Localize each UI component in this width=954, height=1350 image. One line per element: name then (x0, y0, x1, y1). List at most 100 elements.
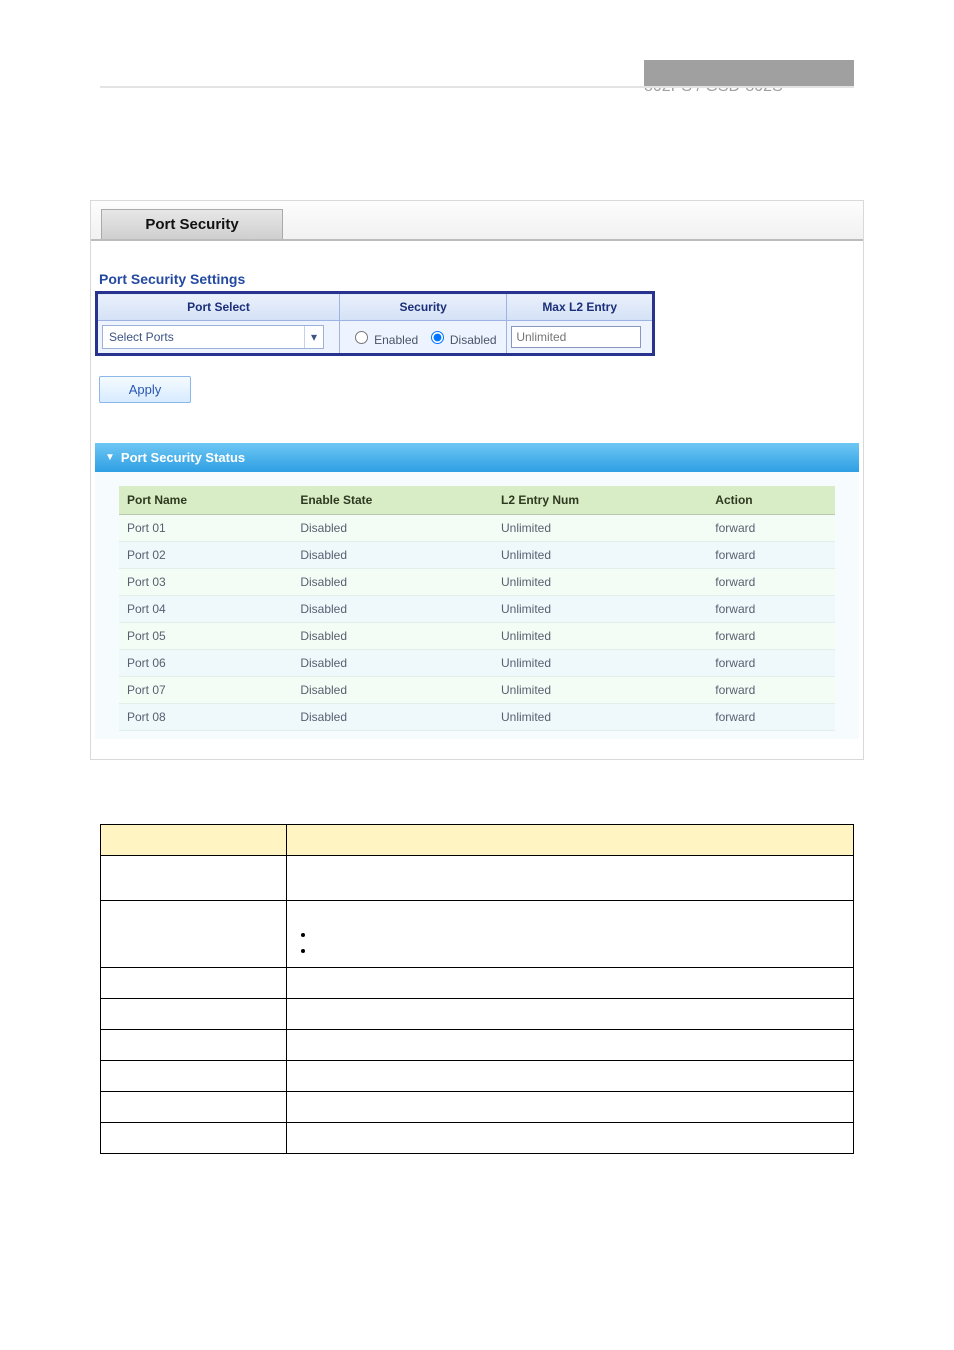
table-row: ActionDisplay current action state of ea… (101, 1092, 854, 1123)
desc-object: Apply button (101, 1123, 287, 1154)
desc-object: Max L2 Entry (101, 968, 287, 999)
table-cell: forward (707, 515, 835, 542)
table-row: Port 05DisabledUnlimitedforward (119, 623, 835, 650)
table-row: L2 Entry NumDisplay current maximum L2 e… (101, 1061, 854, 1092)
status-table-body: Port 01DisabledUnlimitedforwardPort 02Di… (119, 515, 835, 731)
figure-caption: Figure 4-52 Port Security Setting Web Pa… (0, 772, 954, 786)
table-row: Max L2 EntryInput the maximum L2 entry v… (101, 968, 854, 999)
table-cell: forward (707, 704, 835, 731)
desc-col-object: Object (101, 825, 287, 856)
table-row: Port 04DisabledUnlimitedforward (119, 596, 835, 623)
table-cell: Port 01 (119, 515, 292, 542)
desc-bullet: Enable – enable port security (315, 927, 843, 941)
table-cell: Port 05 (119, 623, 292, 650)
desc-description: Display current action state of each por… (287, 1092, 854, 1123)
port-select-dropdown[interactable]: Select Ports ▾ (102, 325, 324, 349)
table-cell: Unlimited (493, 623, 707, 650)
col-security: Security (340, 293, 507, 321)
page-header: User's Manual of GSD-802PS / GSD-802S (0, 0, 954, 90)
max-l2-input[interactable] (511, 326, 641, 348)
intro-text: This page allows you to configure the Po… (100, 130, 854, 190)
desc-object: L2 Entry Num (101, 1061, 287, 1092)
table-row: SecurityPress "Enabled" or "Disabled" to… (101, 901, 854, 968)
chevron-down-icon: ▾ (304, 326, 323, 348)
desc-object: Action (101, 1092, 287, 1123)
radio-disabled[interactable] (431, 331, 444, 344)
table-cell: Disabled (292, 623, 493, 650)
page-number: 91 (0, 1324, 954, 1340)
table-cell: Disabled (292, 650, 493, 677)
table-row: Port NameDisplay the Port name. (101, 999, 854, 1030)
caret-down-icon: ▼ (105, 452, 115, 463)
desc-object: Security (101, 901, 287, 968)
dropdown-text: Select Ports (103, 330, 304, 344)
table-cell: Port 02 (119, 542, 292, 569)
table-cell: Unlimited (493, 650, 707, 677)
desc-description: Display the Port name. (287, 999, 854, 1030)
settings-table: Port Select Security Max L2 Entry Select… (95, 291, 655, 356)
table-cell: Disabled (292, 542, 493, 569)
radio-disabled-label[interactable]: Disabled (426, 333, 497, 347)
table-cell: Unlimited (493, 704, 707, 731)
desc-object: Port Select (101, 856, 287, 901)
table-row: Port 02DisabledUnlimitedforward (119, 542, 835, 569)
desc-description: Press "Enabled" or "Disabled" to enable … (287, 901, 854, 968)
table-cell: Unlimited (493, 542, 707, 569)
settings-title: Port Security Settings (99, 271, 859, 287)
table-row: Apply buttonPress this button to take ef… (101, 1123, 854, 1154)
table-row: Port 08DisabledUnlimitedforward (119, 704, 835, 731)
status-col-action: Action (707, 486, 835, 515)
status-col-enable-state: Enable State (292, 486, 493, 515)
status-col-port-name: Port Name (119, 486, 292, 515)
table-cell: Disabled (292, 596, 493, 623)
col-max-l2: Max L2 Entry (507, 293, 654, 321)
status-panel-title: Port Security Status (121, 450, 245, 465)
desc-description: Input the maximum L2 entry value; the av… (287, 968, 854, 999)
table-cell: forward (707, 596, 835, 623)
table-cell: Port 07 (119, 677, 292, 704)
desc-col-description: Description (287, 825, 854, 856)
status-table: Port Name Enable State L2 Entry Num Acti… (119, 486, 835, 731)
desc-object: Enable State (101, 1030, 287, 1061)
table-cell: Port 08 (119, 704, 292, 731)
header-underline (100, 86, 854, 88)
table-cell: forward (707, 623, 835, 650)
table-cell: Port 06 (119, 650, 292, 677)
table-row: Port 03DisabledUnlimitedforward (119, 569, 835, 596)
table-row: Port SelectPress "Select Port" drop-down… (101, 856, 854, 901)
table-cell: Disabled (292, 677, 493, 704)
radio-disabled-text: Disabled (450, 333, 497, 347)
table-row: Port 01DisabledUnlimitedforward (119, 515, 835, 542)
description-table-body: Port SelectPress "Select Port" drop-down… (101, 856, 854, 1154)
desc-intro: The page includes the following fields: (100, 800, 854, 818)
description-table: Object Description Port SelectPress "Sel… (100, 824, 854, 1154)
table-row: Enable StateDisplay current port state o… (101, 1030, 854, 1061)
radio-enabled[interactable] (355, 331, 368, 344)
table-cell: Disabled (292, 515, 493, 542)
tab-port-security[interactable]: Port Security (101, 209, 283, 239)
table-row: Port 07DisabledUnlimitedforward (119, 677, 835, 704)
tab-strip: Port Security (91, 201, 863, 241)
table-cell: Disabled (292, 704, 493, 731)
table-cell: Disabled (292, 569, 493, 596)
radio-enabled-text: Enabled (374, 333, 418, 347)
table-cell: forward (707, 650, 835, 677)
desc-description: Display current port state of each port. (287, 1030, 854, 1061)
table-cell: Unlimited (493, 596, 707, 623)
manual-title: User's Manual of GSD-802PS / GSD-802S (644, 60, 808, 95)
table-cell: forward (707, 542, 835, 569)
table-cell: Unlimited (493, 677, 707, 704)
radio-enabled-label[interactable]: Enabled (350, 333, 422, 347)
apply-button[interactable]: Apply (99, 376, 191, 403)
table-cell: Unlimited (493, 569, 707, 596)
col-port-select: Port Select (97, 293, 340, 321)
table-cell: forward (707, 677, 835, 704)
desc-bullet: Disabled – disable port security (315, 943, 843, 957)
status-col-l2-entry: L2 Entry Num (493, 486, 707, 515)
desc-description: Press this button to take effect. (287, 1123, 854, 1154)
desc-description: Press "Select Port" drop-down menu to se… (287, 856, 854, 901)
desc-object: Port Name (101, 999, 287, 1030)
status-panel-header[interactable]: ▼ Port Security Status (95, 443, 859, 472)
table-row: Port 06DisabledUnlimitedforward (119, 650, 835, 677)
figure-port-security: Port Security Port Security Settings Por… (90, 200, 864, 760)
